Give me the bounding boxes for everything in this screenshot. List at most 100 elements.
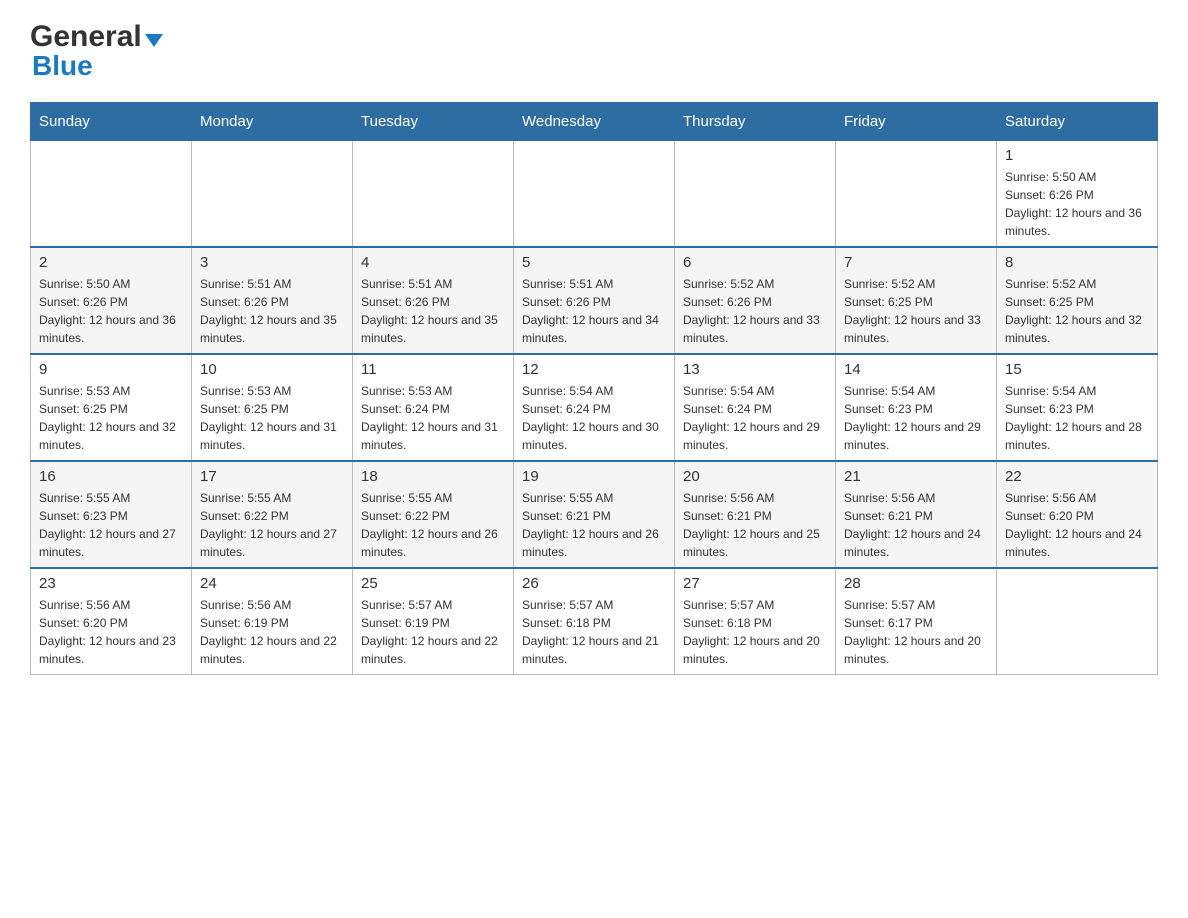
day-info: Sunrise: 5:54 AM Sunset: 6:23 PM Dayligh… [844, 382, 988, 454]
calendar-day-cell: 27Sunrise: 5:57 AM Sunset: 6:18 PM Dayli… [675, 568, 836, 675]
calendar-day-cell: 23 Sunrise: 5:56 AM Sunset: 6:20 PM Dayli… [31, 568, 192, 675]
calendar-day-cell: 11 Sunrise: 5:53 AM Sunset: 6:24 PM Dayli… [353, 354, 514, 461]
day-number: 24 [200, 575, 344, 592]
day-info: Sunrise: 5:57 AM Sunset: 6:19 PM Dayligh… [361, 596, 505, 668]
day-info: Sunrise: 5:53 AM Sunset: 6:25 PM Dayligh… [39, 382, 183, 454]
calendar-day-cell: 12 Sunrise: 5:54 AM Sunset: 6:24 PM Dayli… [514, 354, 675, 461]
day-info: Sunrise: 5:54 AM Sunset: 6:23 PM Dayligh… [1005, 382, 1149, 454]
day-info: Sunrise: 5:54 AM Sunset: 6:24 PM Dayligh… [522, 382, 666, 454]
day-info: Sunrise: 5:51 AM Sunset: 6:26 PM Dayligh… [200, 275, 344, 347]
day-number: 13 [683, 361, 827, 378]
day-info: Sunrise: 5:56 AM Sunset: 6:19 PM Dayligh… [200, 596, 344, 668]
day-number: 25 [361, 575, 505, 592]
calendar-week-row: 16Sunrise: 5:55 AM Sunset: 6:23 PM Dayli… [31, 461, 1158, 568]
day-number: 21 [844, 468, 988, 485]
day-number: 10 [200, 361, 344, 378]
day-number: 8 [1005, 254, 1149, 271]
day-info: Sunrise: 5:51 AM Sunset: 6:26 PM Dayligh… [361, 275, 505, 347]
calendar-day-cell: 14 Sunrise: 5:54 AM Sunset: 6:23 PM Dayli… [836, 354, 997, 461]
calendar-week-row: 2 Sunrise: 5:50 AM Sunset: 6:26 PM Daylig… [31, 247, 1158, 354]
calendar-day-cell [836, 141, 997, 248]
day-info: Sunrise: 5:52 AM Sunset: 6:25 PM Dayligh… [844, 275, 988, 347]
day-info: Sunrise: 5:56 AM Sunset: 6:21 PM Dayligh… [683, 489, 827, 561]
logo-triangle-icon [145, 34, 163, 47]
calendar-day-cell: 25 Sunrise: 5:57 AM Sunset: 6:19 PM Dayli… [353, 568, 514, 675]
calendar-day-cell: 5Sunrise: 5:51 AM Sunset: 6:26 PM Daylig… [514, 247, 675, 354]
calendar-day-cell: 21 Sunrise: 5:56 AM Sunset: 6:21 PM Dayli… [836, 461, 997, 568]
calendar-day-cell: 6 Sunrise: 5:52 AM Sunset: 6:26 PM Daylig… [675, 247, 836, 354]
day-number: 3 [200, 254, 344, 271]
calendar-day-cell [31, 141, 192, 248]
day-info: Sunrise: 5:55 AM Sunset: 6:22 PM Dayligh… [200, 489, 344, 561]
day-info: Sunrise: 5:55 AM Sunset: 6:21 PM Dayligh… [522, 489, 666, 561]
day-number: 23 [39, 575, 183, 592]
day-info: Sunrise: 5:52 AM Sunset: 6:25 PM Dayligh… [1005, 275, 1149, 347]
day-info: Sunrise: 5:57 AM Sunset: 6:18 PM Dayligh… [683, 596, 827, 668]
day-number: 12 [522, 361, 666, 378]
day-info: Sunrise: 5:56 AM Sunset: 6:21 PM Dayligh… [844, 489, 988, 561]
day-info: Sunrise: 5:56 AM Sunset: 6:20 PM Dayligh… [1005, 489, 1149, 561]
calendar-day-cell [675, 141, 836, 248]
calendar-day-cell: 8 Sunrise: 5:52 AM Sunset: 6:25 PM Daylig… [997, 247, 1158, 354]
calendar-day-cell: 10 Sunrise: 5:53 AM Sunset: 6:25 PM Dayli… [192, 354, 353, 461]
calendar-table: SundayMondayTuesdayWednesdayThursdayFrid… [30, 102, 1158, 675]
day-number: 28 [844, 575, 988, 592]
day-info: Sunrise: 5:52 AM Sunset: 6:26 PM Dayligh… [683, 275, 827, 347]
page-header: General Blue [30, 20, 1158, 82]
calendar-day-cell [192, 141, 353, 248]
day-info: Sunrise: 5:57 AM Sunset: 6:18 PM Dayligh… [522, 596, 666, 668]
day-of-week-header: Thursday [675, 103, 836, 141]
calendar-day-cell [514, 141, 675, 248]
day-number: 18 [361, 468, 505, 485]
calendar-day-cell: 1 Sunrise: 5:50 AM Sunset: 6:26 PM Daylig… [997, 141, 1158, 248]
day-number: 1 [1005, 147, 1149, 164]
day-of-week-header: Sunday [31, 103, 192, 141]
calendar-day-cell: 3 Sunrise: 5:51 AM Sunset: 6:26 PM Daylig… [192, 247, 353, 354]
calendar-day-cell: 18 Sunrise: 5:55 AM Sunset: 6:22 PM Dayli… [353, 461, 514, 568]
day-number: 2 [39, 254, 183, 271]
day-number: 15 [1005, 361, 1149, 378]
day-info: Sunrise: 5:50 AM Sunset: 6:26 PM Dayligh… [39, 275, 183, 347]
calendar-day-cell: 20 Sunrise: 5:56 AM Sunset: 6:21 PM Dayli… [675, 461, 836, 568]
day-number: 20 [683, 468, 827, 485]
day-number: 19 [522, 468, 666, 485]
calendar-week-row: 9 Sunrise: 5:53 AM Sunset: 6:25 PM Daylig… [31, 354, 1158, 461]
day-info: Sunrise: 5:53 AM Sunset: 6:24 PM Dayligh… [361, 382, 505, 454]
day-of-week-header: Saturday [997, 103, 1158, 141]
calendar-day-cell: 16Sunrise: 5:55 AM Sunset: 6:23 PM Dayli… [31, 461, 192, 568]
day-info: Sunrise: 5:50 AM Sunset: 6:26 PM Dayligh… [1005, 168, 1149, 240]
calendar-header-row: SundayMondayTuesdayWednesdayThursdayFrid… [31, 103, 1158, 141]
day-number: 9 [39, 361, 183, 378]
calendar-day-cell: 22 Sunrise: 5:56 AM Sunset: 6:20 PM Dayli… [997, 461, 1158, 568]
calendar-day-cell: 13 Sunrise: 5:54 AM Sunset: 6:24 PM Dayli… [675, 354, 836, 461]
day-number: 22 [1005, 468, 1149, 485]
day-info: Sunrise: 5:53 AM Sunset: 6:25 PM Dayligh… [200, 382, 344, 454]
day-number: 5 [522, 254, 666, 271]
calendar-day-cell: 15 Sunrise: 5:54 AM Sunset: 6:23 PM Dayli… [997, 354, 1158, 461]
day-number: 11 [361, 361, 505, 378]
calendar-day-cell: 17 Sunrise: 5:55 AM Sunset: 6:22 PM Dayli… [192, 461, 353, 568]
calendar-day-cell: 19 Sunrise: 5:55 AM Sunset: 6:21 PM Dayli… [514, 461, 675, 568]
day-info: Sunrise: 5:56 AM Sunset: 6:20 PM Dayligh… [39, 596, 183, 668]
logo-general-text: General [30, 20, 142, 54]
calendar-week-row: 23 Sunrise: 5:56 AM Sunset: 6:20 PM Dayli… [31, 568, 1158, 675]
day-number: 17 [200, 468, 344, 485]
day-info: Sunrise: 5:57 AM Sunset: 6:17 PM Dayligh… [844, 596, 988, 668]
day-number: 26 [522, 575, 666, 592]
logo: General Blue [30, 20, 163, 82]
calendar-day-cell: 24 Sunrise: 5:56 AM Sunset: 6:19 PM Dayli… [192, 568, 353, 675]
calendar-day-cell: 2 Sunrise: 5:50 AM Sunset: 6:26 PM Daylig… [31, 247, 192, 354]
day-number: 7 [844, 254, 988, 271]
day-info: Sunrise: 5:54 AM Sunset: 6:24 PM Dayligh… [683, 382, 827, 454]
day-number: 4 [361, 254, 505, 271]
day-of-week-header: Tuesday [353, 103, 514, 141]
calendar-day-cell: 28 Sunrise: 5:57 AM Sunset: 6:17 PM Dayli… [836, 568, 997, 675]
day-number: 6 [683, 254, 827, 271]
calendar-day-cell [353, 141, 514, 248]
calendar-day-cell: 26 Sunrise: 5:57 AM Sunset: 6:18 PM Dayli… [514, 568, 675, 675]
day-number: 14 [844, 361, 988, 378]
day-of-week-header: Friday [836, 103, 997, 141]
calendar-day-cell [997, 568, 1158, 675]
day-number: 16 [39, 468, 183, 485]
day-info: Sunrise: 5:55 AM Sunset: 6:22 PM Dayligh… [361, 489, 505, 561]
